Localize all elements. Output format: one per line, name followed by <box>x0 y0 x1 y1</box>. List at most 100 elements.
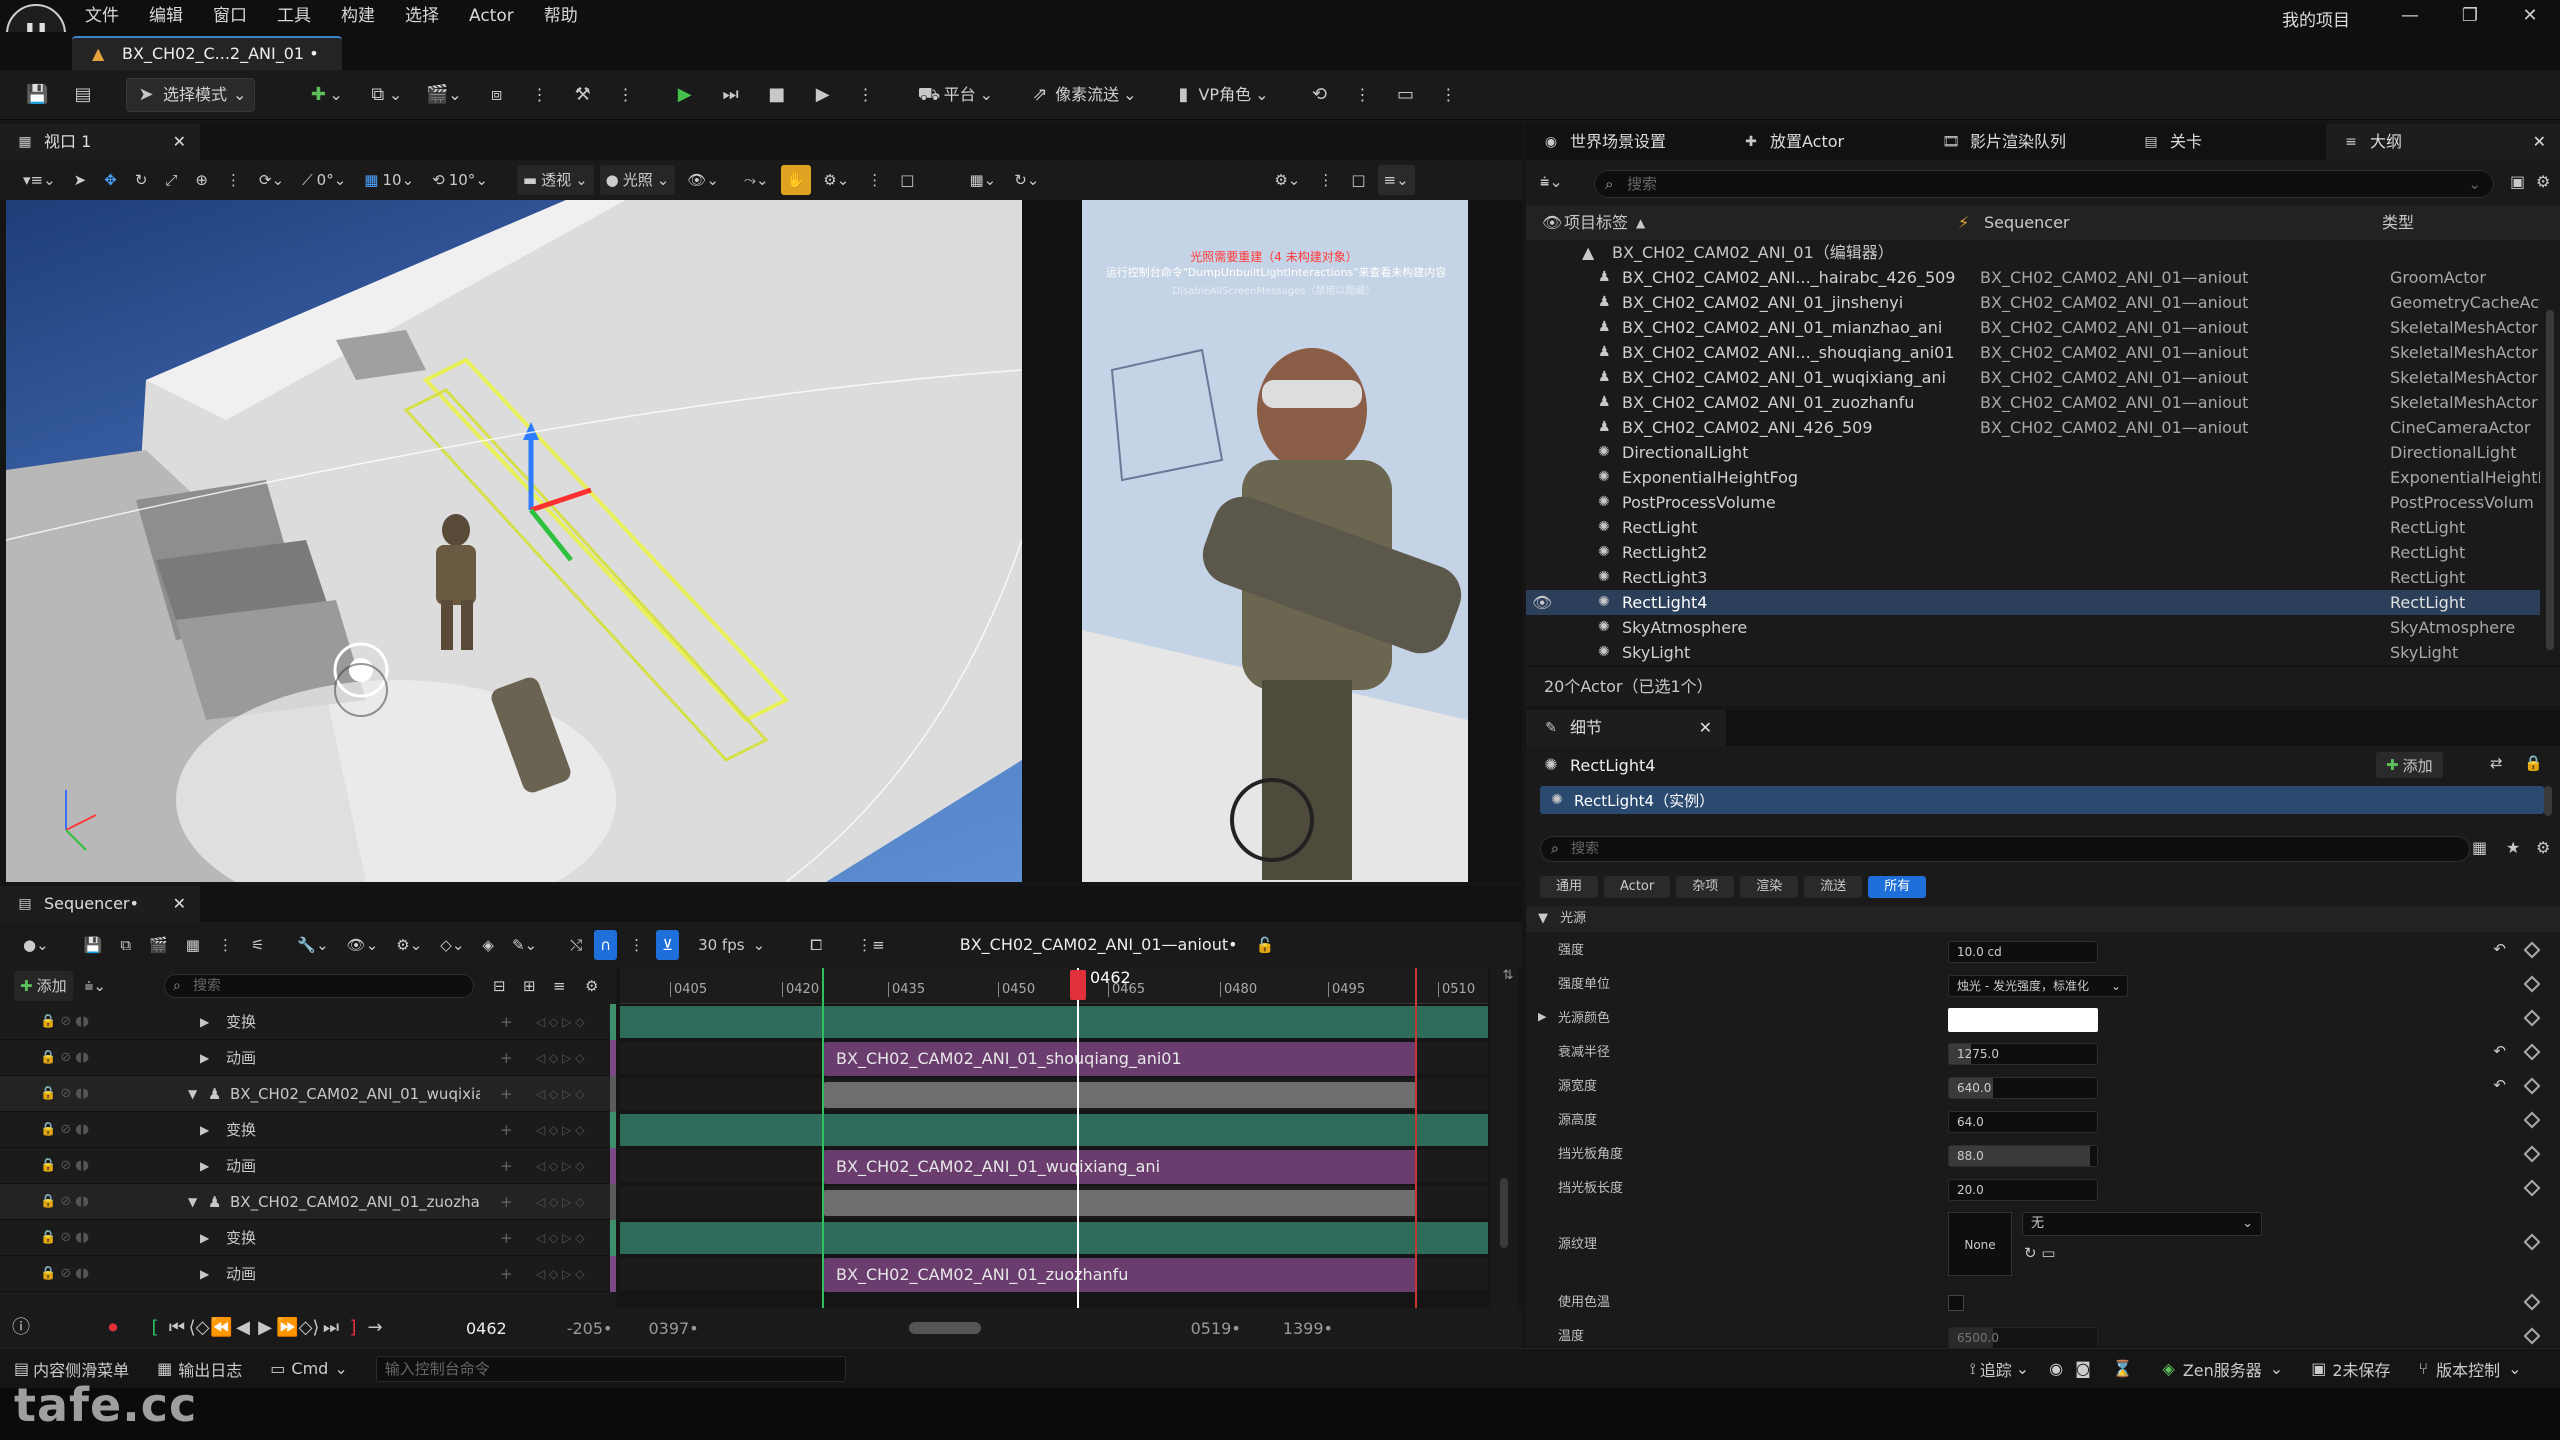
track-state-icons[interactable]: 🔒 ⊘ ◖◗ <box>40 1076 89 1112</box>
actions-dropdown[interactable]: 🔧⌄ <box>291 930 334 960</box>
reset-to-default-icon[interactable]: ↶ <box>2493 1042 2506 1060</box>
expand-icon[interactable]: ⊞ <box>517 971 542 1001</box>
property-number-input[interactable]: 64.0 <box>1948 1111 2098 1133</box>
track-lane[interactable] <box>620 1006 1488 1038</box>
playhead-line[interactable] <box>1077 968 1079 1308</box>
timeline-scrollbar[interactable] <box>908 1322 981 1334</box>
edit-tool-dropdown[interactable]: ✎⌄ <box>506 930 543 960</box>
hourglass-icon[interactable]: ⌛ <box>2113 1359 2133 1378</box>
chevron-right-icon[interactable]: ▶ <box>200 1148 209 1184</box>
outliner-search-input[interactable]: ⌕ 搜索 ⌄ <box>1594 170 2494 198</box>
launch-button[interactable]: ▶ <box>804 78 842 112</box>
track-row-actor[interactable]: 🔒 ⊘ ◖◗ ▼ ♟ BX_CH02_CAM02_ANI_01_wuqixiang + ◁… <box>0 1076 616 1112</box>
chevron-right-icon[interactable]: ▶ <box>200 1256 209 1292</box>
tab-outliner[interactable]: ≡ 大纲 ✕ <box>2326 124 2560 160</box>
reverse-play-icon[interactable]: ◀ <box>232 1317 254 1339</box>
add-subtrack-icon[interactable]: + <box>500 1184 513 1220</box>
world-selector-icon[interactable]: ●⌄ <box>17 930 55 960</box>
minimize-icon[interactable]: — <box>2380 0 2440 32</box>
highlight-tool-icon[interactable]: ✋ <box>780 165 812 195</box>
type-column-header[interactable]: 类型 <box>2382 206 2414 240</box>
keyframe-diamond-icon[interactable] <box>2523 1327 2541 1345</box>
outliner-filter-dropdown[interactable]: ⩧⌄ <box>1540 172 1563 192</box>
more-options-icon[interactable]: ⋮ <box>610 78 642 112</box>
visibility-eye-icon[interactable]: 👁 <box>1532 590 1552 615</box>
more-options-icon[interactable]: ⋮ <box>1433 78 1465 112</box>
details-tab[interactable]: ✎ 细节 ✕ <box>1526 710 1726 746</box>
chevron-right-icon[interactable]: ▶ <box>1538 1010 1546 1023</box>
add-actor-button[interactable]: ✚ ⌄ <box>299 78 350 112</box>
property-number-input[interactable]: 6500.0 <box>1948 1327 2098 1349</box>
right-settings-icon[interactable]: ⚙⌄ <box>1268 165 1306 195</box>
key-groups-dropdown[interactable]: ◇⌄ <box>434 930 470 960</box>
blueprint-button[interactable]: ⧉ ⌄ <box>359 78 410 112</box>
translate-tool-icon[interactable]: ✥ <box>98 165 123 195</box>
show-flags-dropdown[interactable]: 👁⌄ <box>681 165 725 195</box>
reset-to-default-icon[interactable]: ↶ <box>2493 940 2506 958</box>
track-state-icons[interactable]: 🔒 ⊘ ◖◗ <box>40 1220 89 1256</box>
track-row-actor[interactable]: 🔒 ⊘ ◖◗ ▼ ♟ BX_CH02_CAM02_ANI_01_zuozhanf + ◁ … <box>0 1184 616 1220</box>
auto-key-icon[interactable]: ⤭ <box>564 930 588 960</box>
track-state-icons[interactable]: 🔒 ⊘ ◖◗ <box>40 1040 89 1076</box>
track-settings-icon[interactable]: ⚙ <box>579 971 604 1001</box>
lock-icon[interactable]: 🔓 <box>1250 930 1281 960</box>
visibility-column-icon[interactable]: 👁 <box>1542 206 1562 240</box>
outliner-row[interactable]: ✺ RectLight RectLight <box>1526 515 2540 540</box>
light-color-swatch[interactable] <box>1948 1008 2098 1032</box>
key-nav-icons[interactable]: ◁ ◇ ▷ ◇ <box>536 1148 584 1184</box>
prev-key-icon[interactable]: ⟨◇ <box>188 1317 210 1339</box>
keyframe-diamond-icon[interactable] <box>2523 1179 2541 1197</box>
tab-movie-render-queue[interactable]: 🎞 影片渲染队列 <box>1926 124 2126 160</box>
filter-pill-3[interactable]: 渲染 <box>1740 876 1799 898</box>
modes-button[interactable]: ⧈ <box>478 78 516 112</box>
perspective-dropdown[interactable]: ▬ 透视 ⌄ <box>516 165 594 195</box>
maximize-viewport-icon[interactable]: □ <box>894 165 920 195</box>
snap-magnet-icon[interactable]: ∩ <box>594 930 618 960</box>
range-start-icon[interactable]: [ <box>144 1317 166 1339</box>
extra-tool-button[interactable]: ▭ <box>1387 78 1425 112</box>
cmd-dropdown[interactable]: ▭ Cmd ⌄ <box>270 1359 347 1378</box>
viewport-tab[interactable]: ▦ 视口 1 ✕ <box>0 124 200 160</box>
add-subtrack-icon[interactable]: + <box>500 1004 513 1040</box>
snap-toggle-icon[interactable]: ⊻ <box>656 930 680 960</box>
keyframe-diamond-icon[interactable] <box>2523 941 2541 959</box>
component-instance-row[interactable]: ✺ RectLight4（实例） <box>1540 786 2544 814</box>
viewport-options-button[interactable]: ▾≡⌄ <box>17 165 62 195</box>
key-nav-icons[interactable]: ◁ ◇ ▷ ◇ <box>536 1184 584 1220</box>
outliner-row[interactable]: ♟ BX_CH02_CAM02_ANI_01_mianzhao_ani BX_CH0… <box>1526 315 2540 340</box>
actor-summary-bar[interactable] <box>824 1190 1416 1216</box>
details-scrollbar[interactable] <box>2540 786 2556 816</box>
outliner-row[interactable]: ♟ BX_CH02_CAM02_ANI_01_jinshenyi BX_CH02_C… <box>1526 290 2540 315</box>
track-lane[interactable] <box>620 1222 1488 1254</box>
maximize-icon[interactable]: ❐ <box>2440 0 2500 32</box>
collapse-icon[interactable]: ⊟ <box>487 971 512 1001</box>
fps-dropdown[interactable]: 30 fps ⌄ <box>692 930 771 960</box>
track-row-sub[interactable]: 🔒 ⊘ ◖◗ ▶ 变换 + ◁ ◇ ▷ ◇ <box>0 1112 616 1148</box>
play-forward-icon[interactable]: ▶ <box>254 1317 276 1339</box>
view-range-end[interactable]: 0519• <box>1191 1319 1241 1338</box>
more-options-icon[interactable]: ⋮ <box>212 930 239 960</box>
track-state-icons[interactable]: 🔒 ⊘ ◖◗ <box>40 1184 89 1220</box>
live-link-button[interactable]: ⟲ <box>1301 78 1339 112</box>
content-browser-button[interactable]: ▤ <box>64 78 102 112</box>
key-nav-icons[interactable]: ◁ ◇ ▷ ◇ <box>536 1076 584 1112</box>
list-icon[interactable]: ≡ <box>547 971 572 1001</box>
curve-editor-icon[interactable]: ⧠ <box>804 930 828 960</box>
add-subtrack-icon[interactable]: + <box>500 1040 513 1076</box>
angle-snap-button[interactable]: ⟋ 0° ⌄ <box>296 165 352 195</box>
console-input[interactable]: 输入控制台命令 <box>375 1355 846 1382</box>
sequencer-column-header[interactable]: Sequencer <box>1984 206 2070 240</box>
chevron-right-icon[interactable]: ▶ <box>200 1004 209 1040</box>
outliner-settings-icon[interactable]: ⚙ <box>2536 172 2550 191</box>
right-maximize-icon[interactable]: □ <box>1345 165 1371 195</box>
filter-pill-1[interactable]: Actor <box>1604 876 1671 898</box>
menu-item-2[interactable]: 窗口 <box>198 0 262 32</box>
add-key-icon[interactable]: ◈ <box>476 930 500 960</box>
keyframe-diamond-icon[interactable] <box>2523 1145 2541 1163</box>
track-state-icons[interactable]: 🔒 ⊘ ◖◗ <box>40 1256 89 1292</box>
platform-dropdown[interactable]: ⛟ 平台 ⌄ <box>910 78 1001 112</box>
close-icon[interactable]: ✕ <box>173 886 186 922</box>
property-number-input[interactable]: 1275.0 <box>1948 1043 2098 1065</box>
skip-to-end-icon[interactable]: ⏭ <box>320 1317 342 1339</box>
stop-button[interactable]: ■ <box>758 78 796 112</box>
